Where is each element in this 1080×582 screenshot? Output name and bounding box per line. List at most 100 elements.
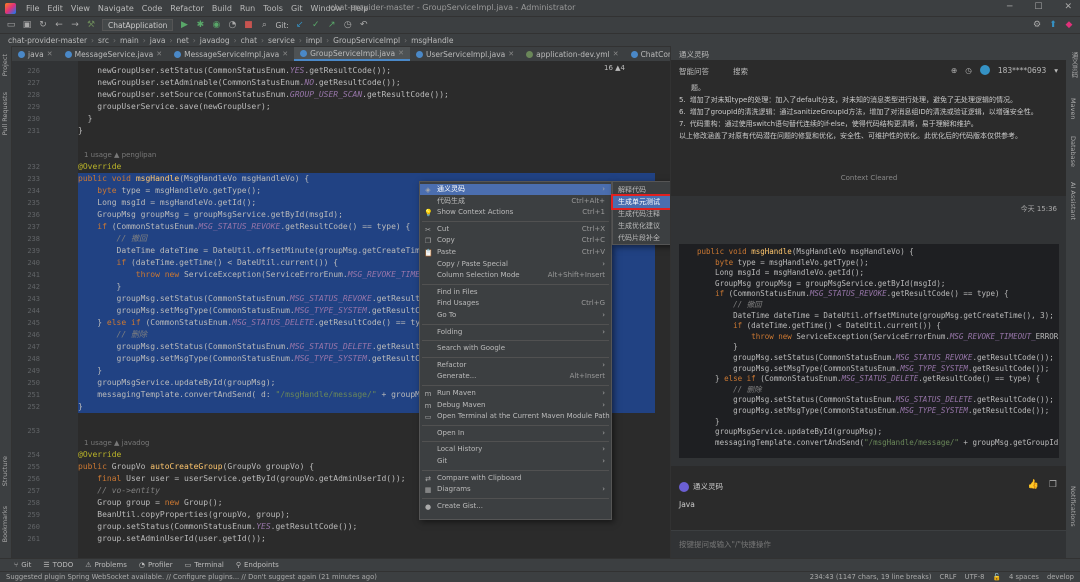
breadcrumb-item[interactable]: impl [304,36,324,45]
context-menu-item[interactable]: Search with Google [420,343,611,354]
copy-icon[interactable]: ❐ [1049,480,1057,490]
breadcrumb-item[interactable]: javadog [198,36,232,45]
tool-bookmarks[interactable]: Bookmarks [1,506,9,542]
tool-todo[interactable]: ☰ TODO [43,561,73,569]
context-menu-item[interactable]: Find Usages Ctrl+G [420,298,611,309]
inspection-warnings[interactable]: 16 ▲4 [604,64,625,72]
menu-tools[interactable]: Tools [259,4,287,13]
debug-icon[interactable]: ✱ [195,20,205,30]
context-menu-item[interactable]: m Debug Maven › [420,400,611,411]
git-commit-icon[interactable]: ✓ [311,20,321,30]
context-menu-item[interactable]: 代码生成 Ctrl+Alt+ [420,196,611,207]
settings-icon[interactable]: ⚙ [1032,20,1042,30]
add-icon[interactable]: ⊕ [951,66,957,75]
file-encoding[interactable]: UTF-8 [965,573,985,581]
close-tab-icon[interactable]: ✕ [508,50,514,58]
profile-icon[interactable]: ◔ [227,20,237,30]
menu-run[interactable]: Run [236,4,259,13]
code-line[interactable]: @Override [78,161,660,173]
context-menu-item[interactable]: 📋 Paste Ctrl+V [420,247,611,258]
tool-git[interactable]: ⑂ Git [14,561,31,569]
context-menu-item[interactable]: ◈ 通义灵码 › [420,184,611,195]
history-icon[interactable]: ◷ [965,66,972,75]
menu-file[interactable]: File [22,4,43,13]
editor-tab[interactable]: MessageService.java ✕ [59,47,169,61]
tab-smart-qa[interactable]: 智能问答 [679,66,709,77]
menu-build[interactable]: Build [208,4,236,13]
tool-profiler[interactable]: ◔ Profiler [139,561,173,569]
editor-tab[interactable]: GroupServiceImpl.java ✕ [294,47,410,61]
context-menu-item[interactable]: Go To › [420,310,611,321]
close-icon[interactable]: ✕ [1064,2,1072,12]
search-icon[interactable]: ⌕ [259,20,269,30]
context-menu-item[interactable]: m Run Maven › [420,388,611,399]
context-menu-item[interactable]: Folding › [420,327,611,338]
tab-search[interactable]: 搜索 [733,66,748,77]
update-icon[interactable]: ⬆ [1048,20,1058,30]
avatar[interactable] [979,65,990,75]
forward-icon[interactable]: → [70,20,80,30]
breadcrumb-item[interactable]: net [174,36,190,45]
git-branch[interactable]: develop [1047,573,1074,581]
tool-notifications[interactable]: Notifications [1069,486,1077,527]
hammer-icon[interactable]: ⚒ [86,20,96,30]
context-menu-item[interactable]: ❐ Copy Ctrl+C [420,235,611,246]
editor-tab[interactable]: application-dev.yml ✕ [520,47,624,61]
breadcrumb-item[interactable]: service [266,36,297,45]
chevron-down-icon[interactable]: ▾ [1054,66,1058,75]
close-tab-icon[interactable]: ✕ [613,50,619,58]
context-menu-item[interactable]: Local History › [420,444,611,455]
thumbs-up-icon[interactable]: 👍 [1028,480,1039,490]
breadcrumb-item[interactable]: chat-provider-master [6,36,89,45]
context-menu-item[interactable]: ▦ Diagrams › [420,484,611,495]
breadcrumb-item[interactable]: msgHandle [409,36,455,45]
line-separator[interactable]: CRLF [940,573,957,581]
tool-tongyi[interactable]: 通义灵码 [1069,52,1079,78]
tool-endpoints[interactable]: ⚲ Endpoints [236,561,279,569]
tool-ai-assistant[interactable]: AI Assistant [1069,182,1077,220]
tool-project[interactable]: Project [1,54,9,76]
stop-icon[interactable]: ■ [243,20,253,30]
code-line[interactable]: newGroupUser.setAdminable(CommonStatusEn… [78,77,660,89]
save-icon[interactable]: ▣ [22,20,32,30]
code-line[interactable]: groupUserService.save(newGroupUser); [78,101,660,113]
caret-position[interactable]: 234:43 (1147 chars, 19 line breaks) [810,573,932,581]
breadcrumb-item[interactable]: java [148,36,168,45]
git-push-icon[interactable]: ↗ [327,20,337,30]
menu-view[interactable]: View [67,4,94,13]
indent-setting[interactable]: 4 spaces [1009,573,1039,581]
context-menu-item[interactable]: ⇄ Compare with Clipboard [420,473,611,484]
breadcrumb-item[interactable]: chat [239,36,259,45]
menu-edit[interactable]: Edit [43,4,67,13]
editor-tab[interactable]: UserServiceImpl.java ✕ [410,47,520,61]
code-line[interactable]: group.setAdminUserId(user.getId()); [78,533,660,545]
tool-database[interactable]: Database [1069,136,1077,167]
minimize-icon[interactable]: ─ [1007,2,1012,12]
editor-scrollbar[interactable] [655,61,660,558]
context-menu-item[interactable]: Copy / Paste Special › [420,259,611,270]
tool-structure[interactable]: Structure [1,456,9,486]
editor-tab[interactable]: java ✕ [12,47,59,61]
context-menu-item[interactable]: Generate... Alt+Insert [420,371,611,382]
git-update-icon[interactable]: ↙ [295,20,305,30]
tool-maven[interactable]: Maven [1069,98,1077,120]
breadcrumb-item[interactable]: GroupServiceImpl [331,36,402,45]
editor-tab[interactable]: ChatController.java✕ [625,47,670,61]
menu-navigate[interactable]: Navigate [94,4,138,13]
context-menu-item[interactable]: Column Selection Mode Alt+Shift+Insert [420,270,611,281]
folder-icon[interactable]: ▭ [6,20,16,30]
rollback-icon[interactable]: ↶ [359,20,369,30]
lock-icon[interactable]: 🔓 [993,573,1001,581]
usage-hint[interactable]: 1 usage ▲ penglipan [84,151,156,159]
context-menu-item[interactable]: Find in Files [420,287,611,298]
tool-terminal[interactable]: ▭ Terminal [185,561,224,569]
chat-input[interactable]: 按键提问或输入"/"快捷操作 [671,530,1067,558]
code-line[interactable]: newGroupUser.setStatus(CommonStatusEnum.… [78,65,660,77]
status-message[interactable]: Suggested plugin Spring WebSocket availa… [6,573,377,581]
maximize-icon[interactable]: ☐ [1034,2,1042,12]
code-line[interactable]: } [78,125,660,137]
menu-git[interactable]: Git [287,4,307,13]
context-menu-item[interactable]: ● Create Gist... [420,501,611,512]
breadcrumb-item[interactable]: main [118,36,141,45]
code-line[interactable]: group.setStatus(CommonStatusEnum.YES.get… [78,521,660,533]
